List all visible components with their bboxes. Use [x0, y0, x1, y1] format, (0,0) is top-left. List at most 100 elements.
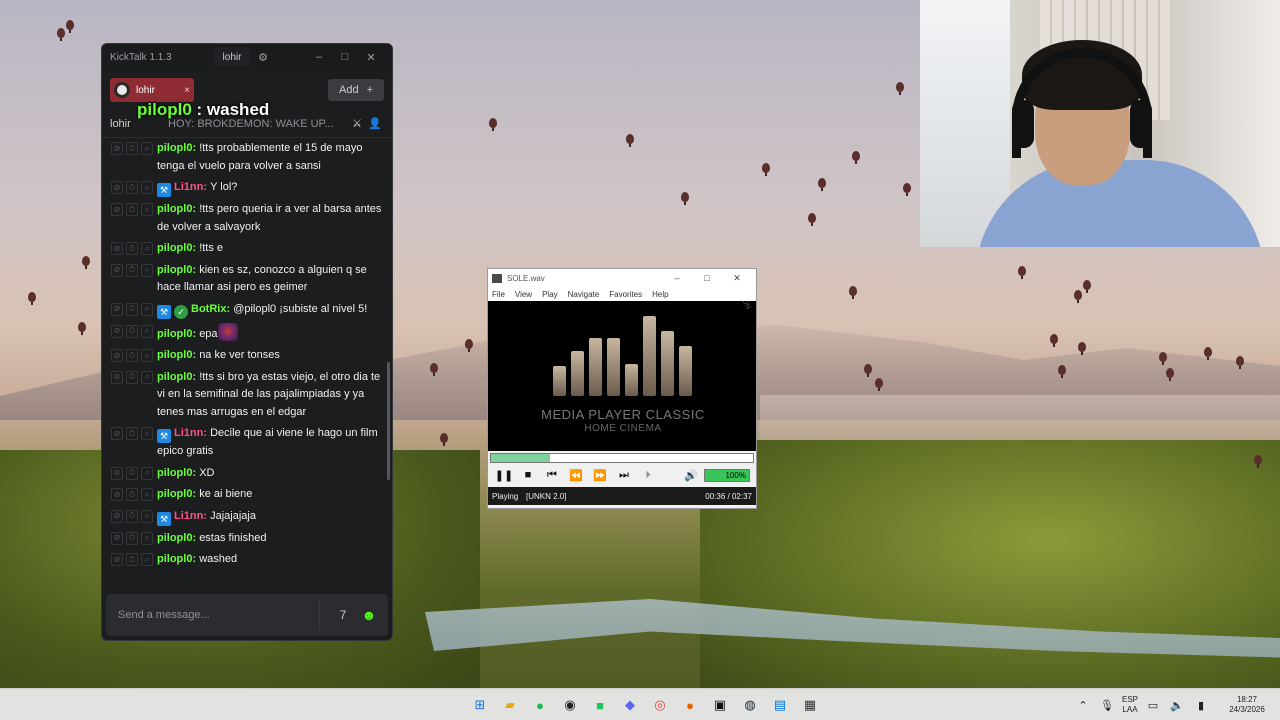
ban-icon[interactable]: ⊘ [111, 242, 123, 255]
chat-username[interactable]: pilopl0 [157, 553, 192, 565]
message-input[interactable] [118, 609, 311, 621]
chrome-icon[interactable]: ◎ [648, 693, 672, 717]
user-lookup-icon[interactable]: ⌕ [141, 263, 153, 277]
ban-icon[interactable]: ⊘ [111, 488, 123, 501]
user-lookup-icon[interactable]: ⌕ [141, 427, 153, 440]
timeout-icon[interactable]: ⏱ [126, 553, 138, 566]
chat-message[interactable]: ⊘ ⏱ ⌕ pilopl0: na ke ver tonses [111, 345, 384, 367]
rewind-icon[interactable]: ⏪ [566, 469, 586, 482]
user-lookup-icon[interactable]: ⌕ [141, 349, 153, 362]
chat-message[interactable]: ⊘ ⏱ ⌕ pilopl0: !tts probablemente el 15 de … [111, 138, 384, 177]
notepad-icon[interactable]: ▤ [768, 693, 792, 717]
ban-icon[interactable]: ⊘ [111, 349, 123, 362]
chat-messages[interactable]: ⊘ ⏱ ⌕ pilopl0: !tts probablemente el 15 de … [102, 138, 392, 578]
user-lookup-icon[interactable]: ⌕ [141, 324, 153, 338]
timeout-icon[interactable]: ⏱ [126, 324, 138, 338]
fast-forward-icon[interactable]: ⏩ [590, 469, 610, 482]
chat-username[interactable]: pilopl0 [157, 349, 192, 361]
microphone-icon[interactable]: 🎙 [1098, 699, 1116, 712]
settings-gear-icon[interactable]: ⚙ [250, 47, 276, 67]
chat-username[interactable]: pilopl0 [157, 328, 192, 340]
timeout-icon[interactable]: ⏱ [126, 349, 138, 362]
tab-lohir[interactable]: lohir × [110, 78, 194, 102]
chat-username[interactable]: Li1nn [174, 510, 203, 522]
chat-username[interactable]: pilopl0 [157, 488, 192, 500]
windows-start-icon[interactable]: ⊞ [468, 693, 492, 717]
next-icon[interactable]: ⏭ [614, 469, 634, 482]
frame-step-icon[interactable]: ⏵ [638, 469, 658, 482]
chat-message[interactable]: ⊘ ⏱ ⌕ pilopl0: !tts e [111, 238, 384, 260]
language-indicator[interactable]: ESP LAA [1122, 695, 1138, 715]
ban-icon[interactable]: ⊘ [111, 370, 123, 384]
mod-tools-icon[interactable]: ⚔ [348, 117, 366, 130]
chat-message[interactable]: ⊘ ⏱ ⌕ ⚒ Li1nn: Y lol? [111, 177, 384, 199]
ban-icon[interactable]: ⊘ [111, 302, 123, 316]
ban-icon[interactable]: ⊘ [111, 263, 123, 277]
ban-icon[interactable]: ⊘ [111, 181, 123, 194]
user-lookup-icon[interactable]: ⌕ [141, 531, 153, 545]
spotify-icon[interactable]: ● [528, 693, 552, 717]
timeout-icon[interactable]: ⏱ [126, 466, 138, 480]
mpc-close-button[interactable]: ✕ [722, 273, 752, 284]
chat-emote[interactable] [217, 322, 238, 341]
chat-username[interactable]: BotRix [191, 303, 226, 315]
user-lookup-icon[interactable]: ⌕ [141, 509, 153, 523]
timeout-icon[interactable]: ⏱ [126, 427, 138, 440]
timeout-icon[interactable]: ⏱ [126, 509, 138, 523]
kick-icon[interactable]: ■ [588, 693, 612, 717]
chat-username[interactable]: pilopl0 [157, 467, 192, 479]
current-user-button[interactable]: lohir [214, 47, 250, 67]
calendar-icon[interactable]: ▦ [798, 693, 822, 717]
ban-icon[interactable]: ⊘ [111, 553, 123, 566]
ban-icon[interactable]: ⊘ [111, 466, 123, 480]
chevron-up-icon[interactable]: ⌃ [1074, 699, 1092, 712]
menu-play[interactable]: Play [542, 290, 558, 299]
add-channel-button[interactable]: Add + [328, 79, 384, 101]
mpc-minimize-button[interactable]: – [662, 273, 692, 283]
menu-navigate[interactable]: Navigate [568, 290, 600, 299]
obs-icon[interactable]: ◉ [558, 693, 582, 717]
user-lookup-icon[interactable]: ⌕ [141, 302, 153, 316]
volume-tray-icon[interactable]: 🔈 [1168, 699, 1186, 712]
epic-games-icon[interactable]: ▣ [708, 693, 732, 717]
maximize-button[interactable]: □ [332, 47, 358, 67]
chat-username[interactable]: pilopl0 [157, 242, 192, 254]
timeout-icon[interactable]: ⏱ [126, 531, 138, 545]
timeout-icon[interactable]: ⏱ [126, 203, 138, 216]
timeout-icon[interactable]: ⏱ [126, 242, 138, 255]
user-profile-icon[interactable]: 👤 [366, 117, 384, 130]
stop-icon[interactable]: ■ [518, 469, 538, 481]
clock[interactable]: 18:27 24/3/2026 [1222, 695, 1272, 715]
video-area[interactable]: MEDIA PLAYER CLASSIC HOME CINEMA x64 EDI… [488, 301, 756, 451]
timeout-icon[interactable]: ⏱ [126, 302, 138, 316]
chat-message[interactable]: ⊘ ⏱ ⌕ ⚒ Li1nn: Jajajajaja [111, 506, 384, 528]
chat-username[interactable]: pilopl0 [157, 371, 192, 383]
chat-message[interactable]: ⊘ ⏱ ⌕ ⚒ Li1nn: Decile que ai viene le hago u… [111, 423, 384, 463]
file-explorer-icon[interactable]: ▰ [498, 693, 522, 717]
user-lookup-icon[interactable]: ⌕ [141, 142, 153, 155]
user-lookup-icon[interactable]: ⌕ [141, 553, 153, 566]
discord-icon[interactable]: ◆ [618, 693, 642, 717]
volume-slider[interactable]: 100% [704, 468, 750, 482]
menu-help[interactable]: Help [652, 290, 668, 299]
user-lookup-icon[interactable]: ⌕ [141, 181, 153, 194]
ban-icon[interactable]: ⊘ [111, 509, 123, 523]
pause-icon[interactable]: ❚❚ [494, 469, 514, 482]
battery-icon[interactable]: ▮ [1192, 699, 1210, 712]
timeout-icon[interactable]: ⏱ [126, 263, 138, 277]
timeout-icon[interactable]: ⏱ [126, 488, 138, 501]
chat-username[interactable]: Li1nn [174, 427, 203, 439]
previous-icon[interactable]: ⏮ [542, 469, 562, 482]
timeout-icon[interactable]: ⏱ [126, 142, 138, 155]
chat-message[interactable]: ⊘ ⏱ ⌕ pilopl0: !tts pero queria ir a ver al… [111, 199, 384, 238]
chat-message[interactable]: ⊘ ⏱ ⌕ pilopl0: epa [111, 321, 384, 346]
user-lookup-icon[interactable]: ⌕ [141, 242, 153, 255]
chat-message[interactable]: ⊘ ⏱ ⌕ pilopl0: XD [111, 463, 384, 485]
menu-view[interactable]: View [515, 290, 532, 299]
ban-icon[interactable]: ⊘ [111, 142, 123, 155]
user-lookup-icon[interactable]: ⌕ [141, 203, 153, 216]
menu-favorites[interactable]: Favorites [609, 290, 642, 299]
chat-username[interactable]: pilopl0 [157, 142, 192, 154]
ban-icon[interactable]: ⊘ [111, 203, 123, 216]
close-button[interactable]: ✕ [358, 47, 384, 67]
